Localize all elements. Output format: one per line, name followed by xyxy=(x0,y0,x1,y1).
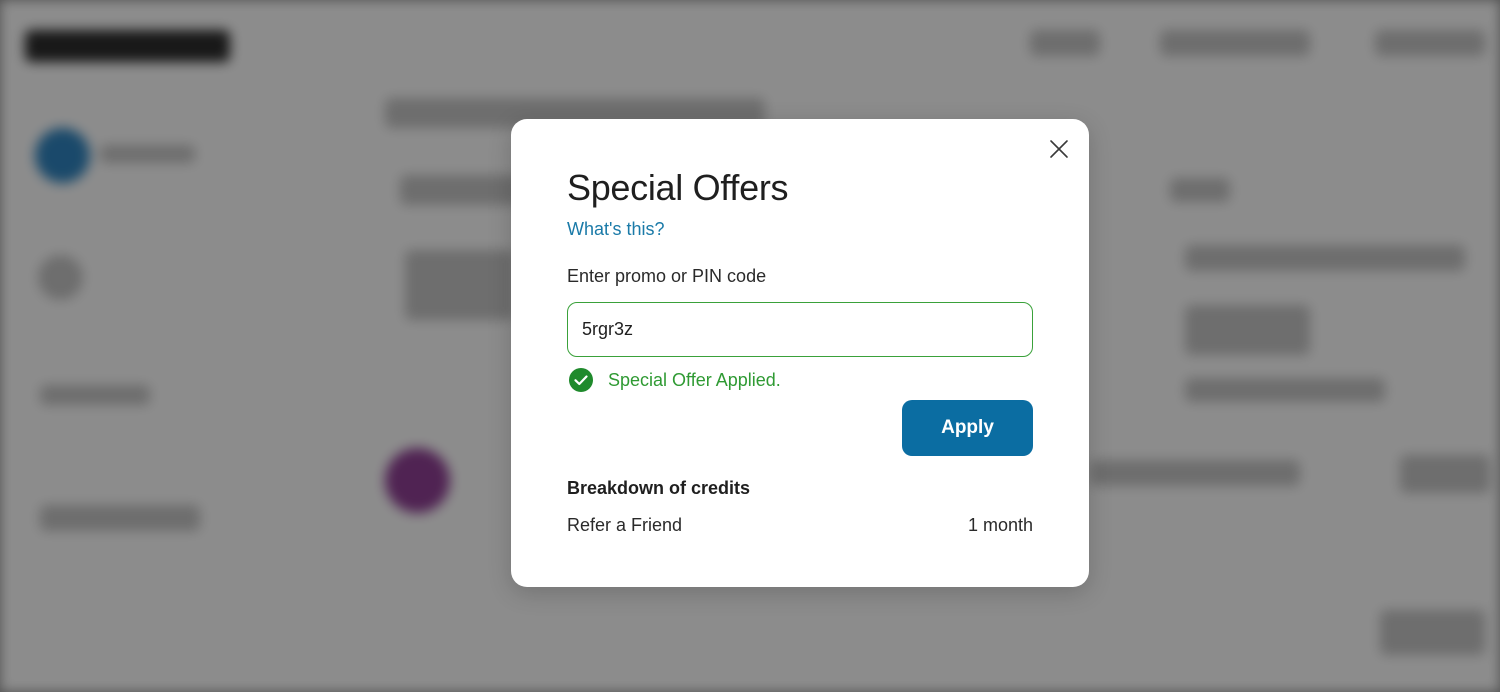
whats-this-link[interactable]: What's this? xyxy=(567,219,664,240)
credit-name: Refer a Friend xyxy=(567,515,683,535)
close-button[interactable] xyxy=(1046,136,1072,162)
promo-code-label: Enter promo or PIN code xyxy=(567,266,767,286)
check-circle-icon xyxy=(569,368,593,392)
apply-button[interactable]: Apply xyxy=(902,400,1033,456)
credit-row: Refer a Friend 1 month xyxy=(567,515,1033,536)
credit-amount: 1 month xyxy=(967,515,1033,535)
success-text: Special Offer Applied. xyxy=(608,369,781,390)
breakdown-title: Breakdown of credits xyxy=(567,478,751,498)
success-message: Special Offer Applied. xyxy=(569,368,781,392)
promo-code-input[interactable] xyxy=(567,302,1033,357)
special-offers-dialog: Special Offers What's this? Enter promo … xyxy=(511,119,1089,587)
close-icon xyxy=(1050,140,1068,158)
dialog-title: Special Offers xyxy=(567,167,789,208)
